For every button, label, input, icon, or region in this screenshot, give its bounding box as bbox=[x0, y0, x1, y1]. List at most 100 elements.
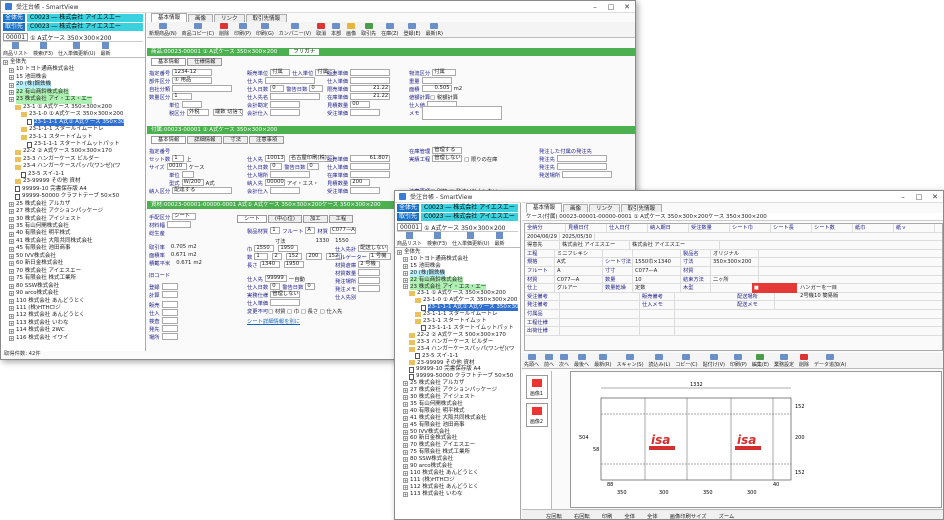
toolbar-button[interactable]: 登録(E) bbox=[404, 22, 421, 37]
tree-node[interactable]: +15 池田株会 bbox=[397, 263, 518, 270]
tree-node[interactable]: 23-1-1 スタートイムット bbox=[397, 318, 518, 325]
thumbnail[interactable]: 画像1 bbox=[525, 375, 548, 399]
tree-node[interactable]: +30 株式会社 アイジェスト bbox=[397, 394, 518, 401]
tree-node[interactable]: 23-99999 その他 資材 bbox=[3, 178, 143, 185]
toolbar-button[interactable]: カンパニー(V) bbox=[279, 22, 311, 37]
product-tree[interactable]: + 全体先 +10 トヨト通商株式会社 +15 池田株会 +20 (株)鋼鉄機 +22 有… bbox=[1, 58, 145, 343]
material-subtab[interactable]: 工程 bbox=[328, 215, 354, 223]
expand-icon[interactable]: + bbox=[403, 263, 408, 269]
tree-node[interactable]: 23-4 ハンガーケースパッパ(ワンゼ)(ワ bbox=[3, 163, 143, 170]
expand-icon[interactable]: + bbox=[403, 277, 408, 283]
att-warn-field[interactable]: 0 bbox=[307, 163, 320, 170]
att-sale-field[interactable]: 61.807 bbox=[350, 155, 391, 162]
reg-field[interactable] bbox=[161, 283, 178, 290]
grid-cell[interactable]: C077—A bbox=[633, 266, 681, 275]
expand-icon[interactable]: + bbox=[9, 268, 14, 274]
close-button[interactable]: ✕ bbox=[619, 3, 635, 11]
supplier-value[interactable]: C0023 ― 株式会社 アイエスエー bbox=[421, 213, 518, 221]
tree-node[interactable]: +23 株式会社 アイ・エス・エー bbox=[3, 96, 143, 104]
expand-icon[interactable]: + bbox=[9, 283, 14, 289]
supplier-value[interactable]: C0023 ― 株式会社 アイエスエー bbox=[27, 23, 143, 31]
expand-icon[interactable]: + bbox=[403, 284, 408, 290]
tree-node[interactable]: +90 arco株式会社 bbox=[3, 290, 143, 297]
code-input[interactable]: 00001 bbox=[397, 223, 423, 231]
grid-cell[interactable]: 定数 bbox=[633, 284, 681, 292]
tree-node[interactable]: + 全体先 bbox=[397, 249, 518, 256]
expand-icon[interactable]: + bbox=[403, 470, 408, 476]
toolbar-button[interactable]: 取引先 bbox=[361, 22, 376, 37]
subtab-basic[interactable]: 基本情報 bbox=[151, 58, 187, 66]
tab-1[interactable]: 画像 bbox=[188, 14, 214, 22]
inspect-field[interactable] bbox=[161, 317, 178, 324]
grid-cell[interactable] bbox=[711, 266, 759, 275]
attachment-subtab[interactable]: 詳細情報 bbox=[187, 136, 223, 144]
lot-to-field[interactable]: 00000 bbox=[264, 179, 285, 186]
tree-node[interactable]: +80 SSW株式会社 bbox=[3, 283, 143, 290]
tree-node[interactable]: 23-5 スイ-1-1 bbox=[397, 353, 518, 360]
expand-icon[interactable]: + bbox=[403, 477, 408, 483]
tree-node[interactable]: 23-1-1-1 スタートイムットパット bbox=[397, 325, 518, 332]
limit-price-field[interactable]: 21.22 bbox=[350, 85, 391, 92]
toolbar-button[interactable]: コピー(C) bbox=[675, 353, 698, 368]
thumbnail[interactable]: 画像2 bbox=[525, 403, 548, 427]
att-stock-field[interactable] bbox=[350, 171, 391, 178]
customer-value[interactable]: C0023 ― 株式会社 アイエスエー bbox=[421, 204, 518, 212]
mat-price-field[interactable] bbox=[270, 299, 301, 306]
tree-node[interactable]: 23-1-1-1 A式① A式ケース 350×30 bbox=[3, 118, 143, 127]
tree-node[interactable]: +41 株式会社 大阪共同株式会社 bbox=[397, 415, 518, 422]
tree-node[interactable]: +110 株式会社 あんどうとく bbox=[3, 298, 143, 305]
toolbar-button[interactable]: 貼付け(V) bbox=[703, 353, 725, 368]
toolbar-button[interactable]: 印刷(P) bbox=[234, 22, 251, 37]
expand-icon[interactable]: + bbox=[9, 328, 14, 334]
left-tool-button[interactable]: 商品リスト bbox=[397, 232, 422, 247]
weight-field[interactable] bbox=[421, 77, 452, 84]
grid-cell[interactable]: 10 bbox=[633, 275, 681, 284]
tree-node[interactable]: +25 株式会社 アルカザ bbox=[3, 201, 143, 208]
tree-node[interactable]: +111 (株)HTHロジ bbox=[397, 477, 518, 484]
expand-icon[interactable]: + bbox=[3, 60, 8, 66]
expand-icon[interactable]: + bbox=[403, 464, 408, 470]
expand-icon[interactable]: + bbox=[403, 256, 408, 262]
tree-node[interactable]: +40 有限会社 明平株式 bbox=[3, 230, 143, 237]
bottom-bar-item[interactable]: 左回転 bbox=[546, 512, 562, 520]
tree-node[interactable]: +35 有山何開株式会社 bbox=[397, 401, 518, 408]
left-tool-button[interactable]: 検索(F3) bbox=[427, 232, 447, 247]
tax-field[interactable]: 外税 bbox=[186, 109, 209, 116]
grid-cell[interactable]: 1550巾×1340 bbox=[633, 258, 681, 266]
calc2-field[interactable] bbox=[161, 291, 178, 298]
order-dest2-field[interactable] bbox=[556, 163, 607, 170]
grid-cell[interactable]: A bbox=[555, 266, 603, 275]
expand-icon[interactable]: + bbox=[403, 408, 408, 414]
mat-warn-field[interactable]: 0 bbox=[305, 283, 316, 290]
grid-cell[interactable] bbox=[633, 249, 681, 258]
sheet-detail-link[interactable]: シート詳細情報を別に bbox=[247, 317, 300, 325]
tree-node[interactable]: +113 株式会社 いわな bbox=[397, 491, 518, 498]
tree-node[interactable]: +75 有限会社 株式工業所 bbox=[3, 275, 143, 282]
left-tool-button[interactable]: 検索(F3) bbox=[33, 42, 53, 57]
tree-node[interactable]: 23-4 ハンガーケースパッパ(ワンゼ)(ワ bbox=[397, 346, 518, 353]
grid-cell[interactable] bbox=[560, 318, 640, 327]
drawing-canvas[interactable]: 1332 504 58 152 200 152 350 300 350 300 88 40 isa isa bbox=[570, 371, 942, 508]
attachment-subtab[interactable]: 寸法 bbox=[223, 136, 249, 144]
supplier-selector[interactable]: 取引先 C0023 ― 株式会社 アイエスエー bbox=[397, 213, 518, 221]
code-field[interactable]: 1234-12 bbox=[172, 69, 213, 76]
expand-icon[interactable]: + bbox=[9, 246, 14, 252]
material-field[interactable]: C077—A bbox=[330, 227, 357, 234]
grid-cell[interactable]: オリジナル bbox=[711, 249, 759, 258]
arrange-field[interactable]: シート bbox=[172, 213, 197, 220]
toolbar-button[interactable]: 本部 bbox=[331, 22, 341, 37]
ret-field[interactable]: 管理しない bbox=[432, 155, 463, 162]
left-tool-button[interactable]: 最新 bbox=[495, 232, 505, 247]
toolbar-button[interactable]: 印刷(G) bbox=[256, 22, 274, 37]
tree-node[interactable]: +110 株式会社 あんどうとく bbox=[397, 470, 518, 477]
customer-selector[interactable]: 全体先 C0023 ― 株式会社 アイエスエー bbox=[397, 204, 518, 212]
rounding-field[interactable]: 端数 切捨て bbox=[212, 109, 243, 116]
tree-node[interactable]: +20 (株)鋼鉄機 bbox=[397, 269, 518, 277]
mat-buy-code[interactable]: 99999 bbox=[264, 275, 287, 282]
toolbar-button[interactable]: 削除 bbox=[799, 353, 809, 368]
mat-qty-field[interactable] bbox=[358, 269, 381, 276]
unit-field[interactable] bbox=[181, 101, 202, 108]
tree-node[interactable]: +45 有限会社 池田商事 bbox=[3, 245, 143, 252]
attachment-subtab[interactable]: 基本情報 bbox=[151, 136, 187, 144]
expand-icon[interactable]: + bbox=[9, 97, 14, 103]
